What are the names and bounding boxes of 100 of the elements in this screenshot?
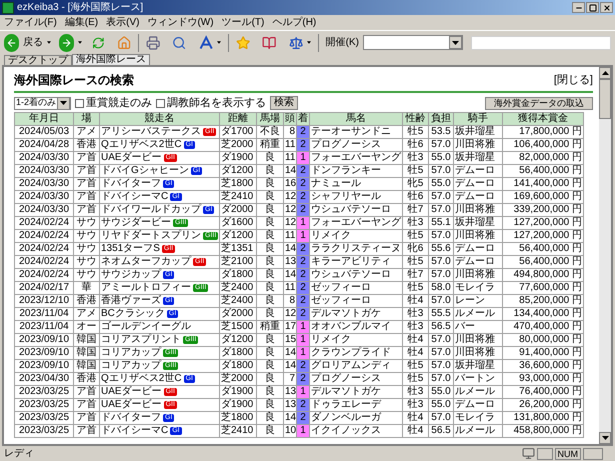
table-cell: 坂井瑠星 <box>454 152 502 164</box>
column-header[interactable]: 距離 <box>220 112 256 126</box>
table-cell: 2024/02/24 <box>14 256 74 268</box>
back-button[interactable]: 戻る <box>23 35 44 50</box>
table-cell: ダ1200 <box>220 230 256 242</box>
import-button[interactable]: 海外賞金データの取込 <box>485 96 593 110</box>
table-cell: ダ1900 <box>220 386 256 398</box>
printer-icon[interactable] <box>146 34 160 52</box>
caret-icon[interactable] <box>217 41 222 44</box>
column-header[interactable]: 場 <box>74 112 100 126</box>
column-header[interactable]: 騎手 <box>454 112 502 126</box>
star-icon[interactable] <box>236 34 250 52</box>
table-cell: 良 <box>256 412 284 424</box>
table-cell: 牡4 <box>402 334 428 346</box>
table-cell: デムーロ <box>454 398 502 412</box>
column-header[interactable]: 年月日 <box>14 112 74 126</box>
caret-icon[interactable] <box>306 41 311 44</box>
caret-icon[interactable] <box>78 41 82 44</box>
checkbox[interactable] <box>75 98 84 108</box>
race-name: ドバイシーマC <box>101 191 168 203</box>
table-cell: ダ1800 <box>220 346 256 360</box>
table-cell: ア首 <box>74 164 100 178</box>
scroll-up-icon[interactable] <box>602 71 608 75</box>
maximize-button[interactable] <box>586 2 599 13</box>
column-header[interactable]: 性齢 <box>402 112 428 126</box>
table-cell: ア首 <box>74 424 100 438</box>
kaisai-combo[interactable] <box>362 35 463 50</box>
column-header[interactable]: 着 <box>296 112 310 126</box>
column-header[interactable]: 獲得本賞金 <box>502 112 584 126</box>
table-cell: 56,400,000 円 <box>502 242 584 256</box>
column-header[interactable]: 馬名 <box>310 112 402 126</box>
table-cell: ルメール <box>454 386 502 398</box>
column-header[interactable]: 負担 <box>428 112 454 126</box>
table-cell: 華 <box>74 282 100 294</box>
table-cell: デルマソトガケ <box>310 308 402 320</box>
table-cell: デムーロ <box>454 242 502 256</box>
filter-select[interactable]: 1-2着のみ <box>14 96 72 110</box>
table-cell: 77,600,000 円 <box>502 282 584 294</box>
scroll-down-icon[interactable] <box>602 436 608 440</box>
caret-icon[interactable] <box>47 41 52 44</box>
table-cell: フォーエバーヤング <box>310 216 402 230</box>
table-cell: 57.0 <box>428 190 454 204</box>
text-field[interactable] <box>470 36 611 50</box>
close-icon <box>602 4 610 12</box>
table-cell: サウ <box>74 256 100 268</box>
table-cell: 55.6 <box>428 242 454 256</box>
dropdown-button[interactable] <box>448 36 462 49</box>
menu-item[interactable]: ヘルプ(H) <box>272 15 316 30</box>
table-cell: プログノーシス <box>310 138 402 152</box>
table-cell: 56.5 <box>428 424 454 438</box>
close-button[interactable] <box>600 2 613 13</box>
menu-item[interactable]: 編集(E) <box>64 15 98 30</box>
table-cell: 良 <box>256 282 284 294</box>
column-header[interactable]: 頭 <box>284 112 296 126</box>
table-cell: リメイク <box>310 230 402 242</box>
checkbox[interactable] <box>156 98 166 108</box>
column-header[interactable]: 競走名 <box>100 112 220 126</box>
table-cell: ウシュバテソーロ <box>310 204 402 216</box>
race-name: UAEダービー <box>101 152 162 164</box>
table-cell: 川田将雅 <box>454 334 502 346</box>
table-cell: ダ1900 <box>220 152 256 164</box>
menu-item[interactable]: 表示(V) <box>106 15 140 30</box>
table-cell: 80,000,000 円 <box>502 334 584 346</box>
search-button[interactable]: 検索 <box>270 96 298 110</box>
table-cell: 芝2400 <box>220 282 256 294</box>
race-name: BCクラシック <box>101 308 165 320</box>
table-cell: ア首 <box>74 178 100 190</box>
table-cell: サウ <box>74 230 100 242</box>
table-cell: 稍重 <box>256 320 284 334</box>
app-icon <box>2 2 14 14</box>
table-cell: 2023/11/04 <box>14 320 74 334</box>
table-cell: サウ <box>74 268 100 282</box>
scrollbar[interactable] <box>599 67 611 444</box>
table-cell: 2023/11/04 <box>14 308 74 320</box>
dropdown-button[interactable] <box>57 96 70 110</box>
table-cell: 57.0 <box>428 372 454 386</box>
table-cell: 141,400,000 円 <box>502 178 584 190</box>
menu-item[interactable]: ウィンドウ(W) <box>147 15 214 30</box>
table-cell: テーオーサンドニ <box>310 126 402 138</box>
back-icon[interactable] <box>4 34 20 52</box>
tab[interactable]: 海外国際レース <box>72 54 150 65</box>
table-cell: 牡7 <box>402 268 428 282</box>
status-panel <box>583 448 603 460</box>
column-header[interactable]: 馬場 <box>256 112 284 126</box>
font-icon[interactable] <box>198 34 214 52</box>
table-cell: 57.0 <box>428 204 454 216</box>
menu-item[interactable]: ファイル(F) <box>4 15 57 30</box>
table-cell: 牡4 <box>402 346 428 360</box>
table-cell: 良 <box>256 216 284 230</box>
table-cell: 36,600,000 円 <box>502 360 584 372</box>
table-cell: プログノーシス <box>310 372 402 386</box>
tab[interactable]: デスクトップ <box>4 55 72 65</box>
race-name: UAEダービー <box>101 399 162 411</box>
table-cell: 芝2000 <box>220 372 256 386</box>
close-link[interactable]: [閉じる] <box>554 72 593 88</box>
menu-item[interactable]: ツール(T) <box>222 15 264 30</box>
table-cell: 韓国 <box>74 346 100 360</box>
table-cell: 2023/12/10 <box>14 294 74 308</box>
scrollbar-thumb[interactable] <box>599 79 611 119</box>
minimize-button[interactable] <box>572 2 585 13</box>
